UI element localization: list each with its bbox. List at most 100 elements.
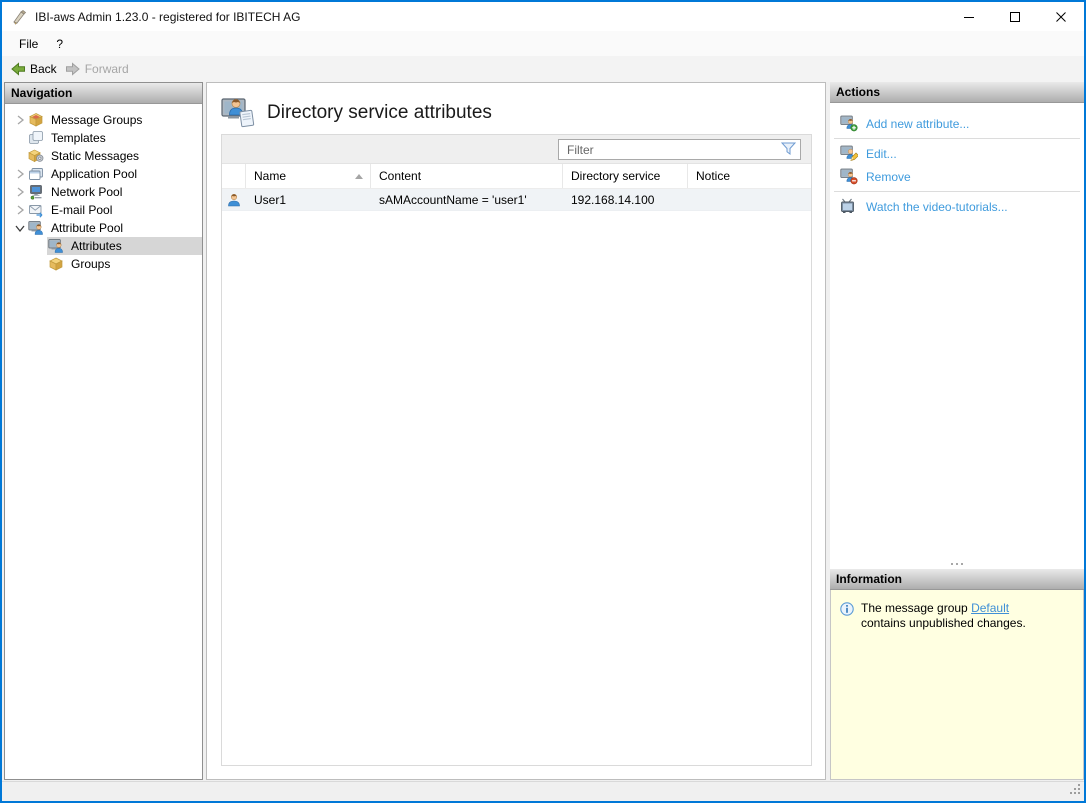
default-group-link[interactable]: Default bbox=[971, 601, 1009, 615]
action-watch-video-tutorials[interactable]: Watch the video-tutorials... bbox=[830, 195, 1084, 218]
chevron-right-icon[interactable] bbox=[12, 185, 27, 199]
back-button[interactable]: Back bbox=[8, 59, 63, 79]
info-text-prefix: The message group bbox=[861, 601, 972, 615]
minimize-button[interactable] bbox=[946, 2, 992, 31]
nav-item-attributes[interactable]: Attributes bbox=[5, 237, 202, 255]
maximize-button[interactable] bbox=[992, 2, 1038, 31]
info-text-suffix: contains unpublished changes. bbox=[861, 616, 1026, 630]
nav-item-label: Templates bbox=[51, 131, 106, 145]
app-window: IBI-aws Admin 1.23.0 - registered for IB… bbox=[0, 0, 1086, 803]
nav-item-label: Attribute Pool bbox=[51, 221, 124, 235]
column-header-content[interactable]: Content bbox=[371, 164, 563, 188]
filter-funnel-icon[interactable] bbox=[780, 142, 797, 159]
chevron-right-icon[interactable] bbox=[12, 167, 27, 181]
menu-bar: File ? bbox=[2, 31, 1084, 56]
attribute-pool-icon bbox=[28, 220, 44, 236]
attributes-table: Name Content Directory service Notice bbox=[221, 134, 812, 766]
navigation-header: Navigation bbox=[5, 83, 202, 104]
status-bar bbox=[2, 781, 1084, 801]
application-pool-icon bbox=[28, 166, 44, 182]
nav-item-label: Attributes bbox=[71, 239, 122, 253]
close-button[interactable] bbox=[1038, 2, 1084, 31]
video-tutorials-icon bbox=[839, 198, 858, 215]
actions-panel: Actions Add new attribute... Edit... Rem… bbox=[830, 82, 1084, 569]
resize-grip[interactable] bbox=[1069, 783, 1082, 799]
content-header: Directory service attributes bbox=[207, 83, 825, 133]
action-add-new-attribute[interactable]: Add new attribute... bbox=[830, 112, 1084, 135]
static-messages-icon bbox=[28, 148, 44, 164]
edit-attribute-icon bbox=[839, 145, 858, 162]
chevron-right-icon[interactable] bbox=[12, 203, 27, 217]
column-header-icon[interactable] bbox=[222, 164, 246, 188]
add-attribute-icon bbox=[839, 115, 858, 132]
table-row[interactable]: User1 sAMAccountName = 'user1' 192.168.1… bbox=[222, 189, 811, 211]
nav-item-attribute-pool[interactable]: Attribute Pool bbox=[5, 219, 202, 237]
nav-item-label: Groups bbox=[71, 257, 111, 271]
menu-file[interactable]: File bbox=[10, 34, 47, 54]
navigation-tree: Message Groups Templates Static Messages… bbox=[5, 104, 202, 273]
nav-item-label: Application Pool bbox=[51, 167, 138, 181]
nav-item-application-pool[interactable]: Application Pool bbox=[5, 165, 202, 183]
filter-input[interactable] bbox=[558, 139, 801, 160]
column-label: Content bbox=[379, 169, 422, 183]
information-content: The message group Default contains unpub… bbox=[830, 590, 1084, 780]
column-header-name[interactable]: Name bbox=[246, 164, 371, 188]
cell-content: sAMAccountName = 'user1' bbox=[379, 192, 527, 207]
nav-item-email-pool[interactable]: E-mail Pool bbox=[5, 201, 202, 219]
templates-icon bbox=[28, 130, 44, 146]
action-link[interactable]: Remove bbox=[866, 170, 911, 184]
actions-list: Add new attribute... Edit... Remove Watc… bbox=[830, 103, 1084, 218]
back-arrow-icon bbox=[11, 62, 25, 76]
cell-directory-service: 192.168.14.100 bbox=[571, 192, 655, 207]
forward-button[interactable]: Forward bbox=[63, 59, 135, 79]
menu-help[interactable]: ? bbox=[47, 34, 72, 54]
window-controls bbox=[946, 2, 1084, 31]
column-label: Notice bbox=[696, 169, 731, 183]
nav-item-groups[interactable]: Groups bbox=[5, 255, 202, 273]
information-panel: Information The message group Default co… bbox=[830, 569, 1084, 780]
groups-icon bbox=[48, 256, 64, 272]
table-header-row: Name Content Directory service Notice bbox=[222, 164, 811, 189]
column-label: Name bbox=[254, 169, 287, 183]
back-label: Back bbox=[30, 62, 57, 76]
cell-name: User1 bbox=[254, 192, 287, 207]
info-icon bbox=[840, 602, 854, 619]
action-link[interactable]: Watch the video-tutorials... bbox=[866, 200, 1008, 214]
message-groups-icon bbox=[28, 112, 44, 128]
splitter-handle[interactable] bbox=[830, 563, 1084, 565]
window-title: IBI-aws Admin 1.23.0 - registered for IB… bbox=[35, 9, 301, 24]
nav-item-label: Message Groups bbox=[51, 113, 143, 127]
nav-item-templates[interactable]: Templates bbox=[5, 129, 202, 147]
column-header-notice[interactable]: Notice bbox=[688, 164, 811, 188]
cell-notice bbox=[688, 189, 811, 210]
attributes-icon bbox=[48, 238, 64, 254]
forward-arrow-icon bbox=[65, 62, 80, 76]
remove-attribute-icon bbox=[839, 168, 858, 185]
page-title: Directory service attributes bbox=[267, 102, 492, 123]
forward-label: Forward bbox=[84, 62, 129, 76]
main-panel: Directory service attributes Name Cont bbox=[206, 82, 826, 780]
action-remove[interactable]: Remove bbox=[830, 165, 1084, 188]
chevron-right-icon[interactable] bbox=[12, 113, 27, 127]
network-pool-icon bbox=[28, 184, 44, 200]
information-message: The message group Default contains unpub… bbox=[861, 601, 1056, 631]
title-bar[interactable]: IBI-aws Admin 1.23.0 - registered for IB… bbox=[2, 2, 1084, 31]
nav-item-label: E-mail Pool bbox=[51, 203, 113, 217]
navigation-panel: Navigation Message Groups Templates Stat… bbox=[4, 82, 203, 780]
action-edit[interactable]: Edit... bbox=[830, 142, 1084, 165]
nav-item-label: Network Pool bbox=[51, 185, 123, 199]
nav-item-message-groups[interactable]: Message Groups bbox=[5, 111, 202, 129]
nav-item-static-messages[interactable]: Static Messages bbox=[5, 147, 202, 165]
action-link[interactable]: Edit... bbox=[866, 147, 897, 161]
app-icon bbox=[11, 9, 27, 25]
user-icon bbox=[222, 189, 246, 210]
nav-item-label: Static Messages bbox=[51, 149, 140, 163]
directory-service-attributes-icon bbox=[221, 96, 255, 131]
column-header-directory-service[interactable]: Directory service bbox=[563, 164, 688, 188]
chevron-down-icon[interactable] bbox=[12, 221, 27, 235]
separator bbox=[834, 138, 1080, 139]
action-link[interactable]: Add new attribute... bbox=[866, 117, 969, 131]
information-header: Information bbox=[830, 569, 1084, 590]
nav-item-network-pool[interactable]: Network Pool bbox=[5, 183, 202, 201]
